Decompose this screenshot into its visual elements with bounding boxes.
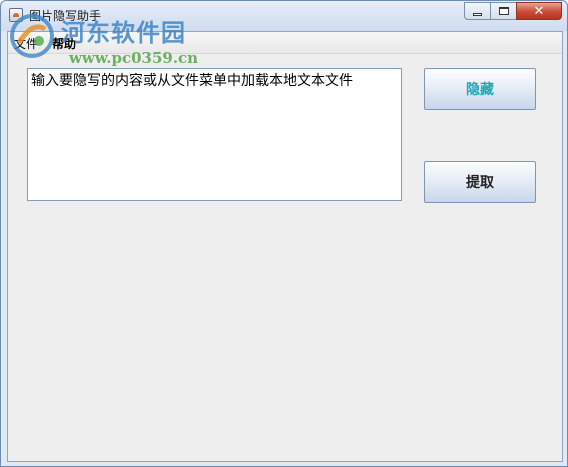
content-pane: 文件 帮助 输入要隐写的内容或从文件菜单中加载本地文本文件 隐藏 提取	[7, 31, 563, 462]
menu-help[interactable]: 帮助	[52, 35, 76, 52]
close-button[interactable]: ✕	[516, 2, 562, 20]
maximize-button[interactable]	[490, 2, 517, 20]
window-title: 图片隐写助手	[29, 9, 102, 23]
app-icon	[9, 8, 23, 22]
title-bar[interactable]: 图片隐写助手 ✕	[1, 1, 567, 31]
menu-file[interactable]: 文件	[14, 35, 38, 52]
extract-button[interactable]: 提取	[424, 161, 536, 203]
maximize-icon	[498, 7, 509, 15]
app-window: 图片隐写助手 ✕ 文件 帮助 输入要隐写的内容或从文件菜单中加载本地文本文件 隐…	[0, 0, 568, 467]
hide-button[interactable]: 隐藏	[424, 68, 536, 110]
minimize-icon	[473, 12, 482, 16]
close-icon: ✕	[533, 3, 545, 19]
menu-bar: 文件 帮助	[8, 32, 562, 54]
secret-text-input[interactable]: 输入要隐写的内容或从文件菜单中加载本地文本文件	[27, 68, 402, 201]
minimize-button[interactable]	[464, 2, 491, 20]
